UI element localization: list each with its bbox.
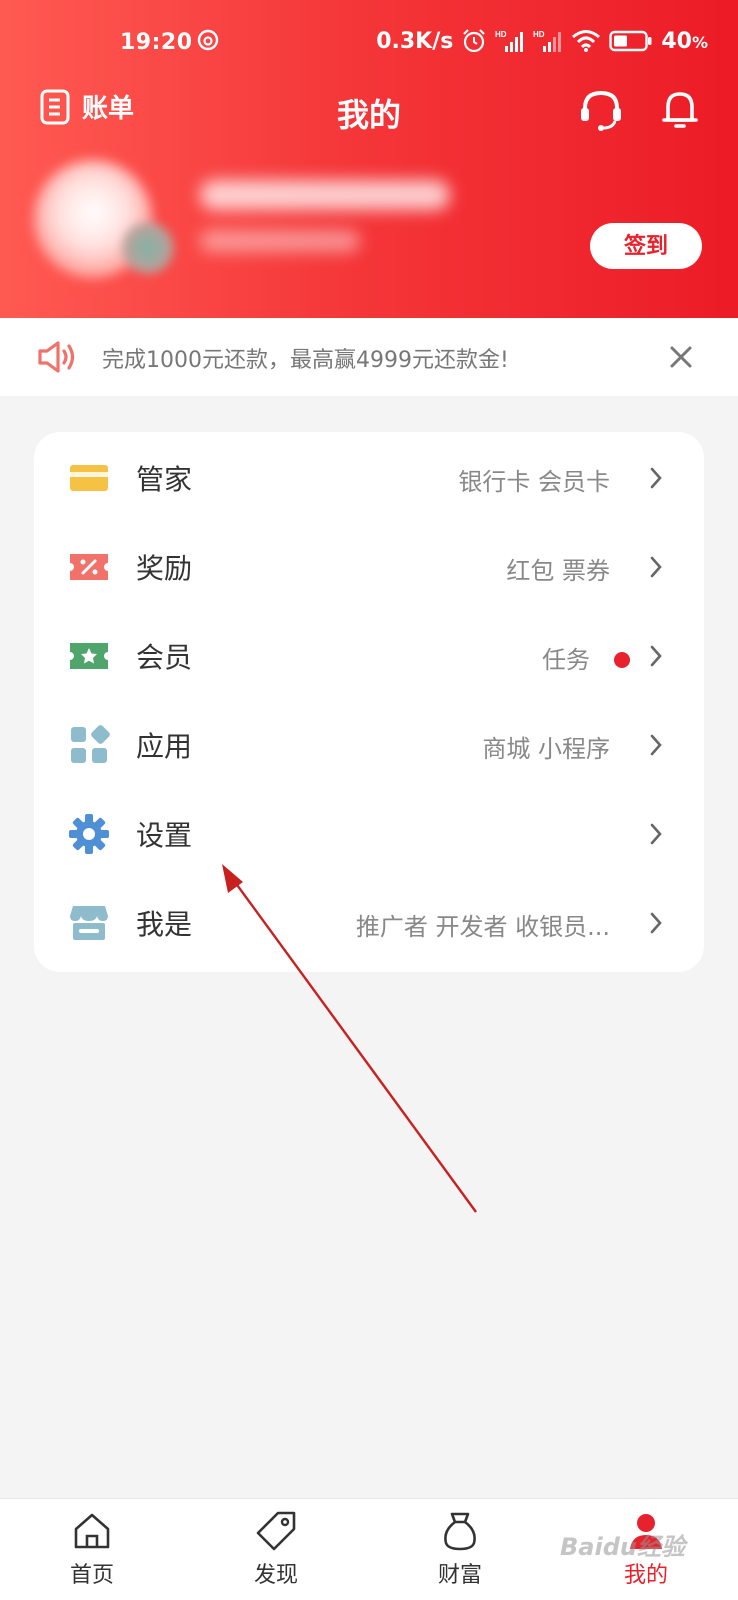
wifi-icon [572,30,601,52]
tab-home[interactable]: 首页 [32,1509,152,1597]
netease-music-icon [197,29,219,51]
menu-desc: 推广者 开发者 收银员... [355,913,610,941]
menu-card: 管家 银行卡 会员卡 奖励 红包 票券 会员 任务 应用 商城 小程序 设置 我… [34,432,704,972]
status-time: 19:20 [120,30,193,55]
status-right: 0.3K/s HD HD 40% [376,28,708,54]
menu-label: 应用 [136,730,193,763]
speaker-icon [38,341,75,373]
battery-level: 40% [661,28,708,54]
menu-desc: 商城 小程序 [482,735,610,763]
tab-discover[interactable]: 发现 [216,1509,336,1597]
avatar-badge [122,222,174,274]
menu-item-rewards[interactable]: 奖励 红包 票券 [34,521,704,611]
top-bar: 账单 我的 [0,84,738,140]
alarm-icon [463,29,486,53]
money-bag-icon [444,1512,476,1551]
tab-label: 首页 [69,1563,114,1588]
chevron-right-icon [650,467,662,489]
tab-wealth[interactable]: 财富 [400,1509,520,1597]
chevron-right-icon [650,645,662,667]
chevron-right-icon [650,556,662,578]
member-ticket-icon [70,643,108,669]
notice-text: 完成1000元还款，最高赢4999元还款金! [102,348,509,373]
page-title: 我的 [336,96,401,134]
user-subtitle-blurred [200,230,360,252]
svg-text:HD: HD [533,30,545,39]
tag-icon [256,1511,296,1551]
network-speed: 0.3K/s [376,28,454,54]
chevron-right-icon [650,734,662,756]
notification-dot [614,652,630,668]
gear-icon [69,814,109,854]
menu-desc: 任务 [542,646,590,674]
card-icon [70,465,108,491]
chevron-right-icon [650,823,662,845]
user-profile[interactable] [30,160,490,290]
menu-item-member[interactable]: 会员 任务 [34,610,704,700]
menu-label: 奖励 [136,552,193,585]
chevron-right-icon [650,912,662,934]
apps-icon [71,725,110,763]
notice-bar[interactable]: 完成1000元还款，最高赢4999元还款金! [0,318,738,396]
menu-label: 管家 [136,463,193,496]
menu-item-apps[interactable]: 应用 商城 小程序 [34,699,704,789]
menu-item-i-am[interactable]: 我是 推广者 开发者 收银员... [34,877,704,967]
signal-hd-icon: HD [533,30,562,52]
tab-label: 财富 [437,1563,482,1588]
menu-item-manager[interactable]: 管家 银行卡 会员卡 [34,432,704,522]
menu-label: 设置 [136,819,193,852]
profile-header: 19:20 0.3K/s HD HD 40% 账单 我的 签到 [0,0,738,318]
home-icon [74,1513,110,1549]
status-bar: 19:20 0.3K/s HD HD 40% [0,26,738,60]
signin-button[interactable]: 签到 [590,223,702,269]
username-blurred [200,180,450,210]
menu-label: 会员 [136,641,193,674]
watermark: Baidu经验 [560,1533,685,1561]
menu-desc: 红包 票券 [506,557,610,585]
menu-item-settings[interactable]: 设置 [34,788,704,878]
bell-icon[interactable] [660,88,700,132]
battery-icon [609,30,652,52]
signal-hd-icon: HD [495,30,524,52]
svg-text:HD: HD [495,30,507,39]
close-icon[interactable] [664,340,698,374]
menu-desc: 银行卡 会员卡 [458,468,610,496]
menu-label: 我是 [136,908,193,941]
customer-service-icon[interactable] [578,88,624,132]
store-icon [70,906,108,940]
tab-label: 发现 [253,1563,298,1588]
coupon-icon [70,554,108,580]
